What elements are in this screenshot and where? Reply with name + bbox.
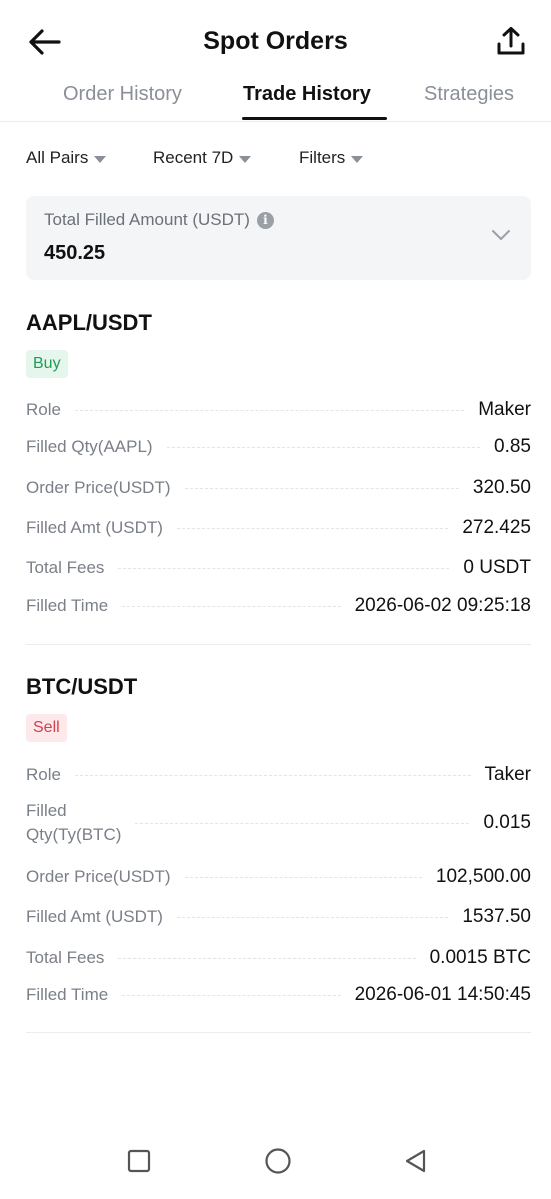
total-filled-label: Total Filled Amount (USDT) — [44, 210, 250, 229]
dashed-leader — [176, 916, 449, 918]
page-title: Spot Orders — [203, 27, 348, 55]
detail-row-filled-qty: Filled Qty(Ty(BTC) 0.015 — [26, 799, 531, 847]
tab-strategies[interactable]: Strategies — [424, 83, 514, 106]
dashed-leader — [176, 527, 449, 529]
row-value: 2026-06-01 14:50:45 — [354, 984, 531, 1005]
row-value: 0.015 — [483, 812, 531, 833]
info-icon[interactable]: i — [256, 211, 274, 229]
pair-filter-dropdown[interactable]: All Pairs — [26, 148, 107, 168]
trade-pair: BTC/USDT — [26, 674, 138, 699]
row-value: 0.0015 BTC — [429, 947, 531, 968]
total-filled-value: 450.25 — [44, 242, 106, 264]
home-circle-icon — [265, 1148, 291, 1174]
chevron-down-icon[interactable] — [491, 228, 511, 242]
caret-down-icon — [351, 155, 364, 163]
row-value: 2026-06-02 09:25:18 — [354, 595, 531, 616]
dashed-leader — [118, 567, 450, 569]
detail-row-order-price: Order Price(USDT) 102,500.00 — [26, 865, 531, 889]
row-label: Filled Time — [26, 985, 109, 1004]
detail-row-filled-qty: Filled Qty(AAPL) 0.85 — [26, 435, 531, 459]
period-filter-label: Recent 7D — [153, 148, 234, 167]
share-button[interactable] — [493, 22, 529, 60]
back-triangle-icon — [405, 1149, 426, 1173]
more-filters-dropdown[interactable]: Filters — [299, 148, 364, 168]
total-filled-label-wrap: Total Filled Amount (USDT) i — [44, 210, 274, 230]
total-filled-summary[interactable]: Total Filled Amount (USDT) i 450.25 — [26, 196, 531, 280]
detail-row-total-fees: Total Fees 0 USDT — [26, 556, 531, 580]
recents-square-icon — [127, 1149, 151, 1173]
row-label-line-1: Filled — [26, 801, 67, 820]
row-label: Role — [26, 400, 61, 419]
app-header: Spot Orders — [0, 0, 551, 78]
row-value: 272.425 — [462, 517, 531, 538]
tab-order-history[interactable]: Order History — [63, 83, 182, 106]
detail-row-role: Role Maker — [26, 398, 531, 422]
active-tab-indicator — [242, 117, 387, 120]
row-label-multiline: Filled Qty(Ty(BTC) — [26, 799, 121, 847]
detail-row-role: Role Taker — [26, 763, 531, 787]
dashed-leader — [122, 994, 341, 996]
tab-trade-history[interactable]: Trade History — [243, 83, 371, 106]
dashed-leader — [135, 822, 470, 824]
dashed-leader — [74, 774, 471, 776]
dashed-leader — [122, 605, 341, 607]
detail-row-filled-time: Filled Time 2026-06-01 14:50:45 — [26, 983, 531, 1007]
row-label: Role — [26, 765, 61, 784]
row-value: 102,500.00 — [435, 866, 531, 887]
divider — [26, 644, 531, 645]
tab-previous-cutoff[interactable]: ) — [0, 83, 1, 106]
row-label: Total Fees — [26, 948, 105, 967]
row-label: Filled Amt (USDT) — [26, 518, 163, 537]
system-back-button[interactable] — [399, 1145, 431, 1177]
row-value: Taker — [484, 764, 531, 785]
filter-bar: All Pairs Recent 7D Filters — [26, 148, 531, 172]
row-label: Filled Qty(AAPL) — [26, 437, 153, 456]
row-value: 0.85 — [494, 436, 531, 457]
dashed-leader — [184, 876, 422, 878]
dashed-leader — [74, 409, 465, 411]
detail-row-filled-amount: Filled Amt (USDT) 1537.50 — [26, 905, 531, 929]
row-value: 0 USDT — [463, 557, 531, 578]
dashed-leader — [166, 446, 481, 448]
period-filter-dropdown[interactable]: Recent 7D — [153, 148, 252, 168]
more-filters-label: Filters — [299, 148, 346, 167]
home-button[interactable] — [262, 1145, 294, 1177]
row-value: 1537.50 — [462, 906, 531, 927]
detail-row-filled-time: Filled Time 2026-06-02 09:25:18 — [26, 594, 531, 618]
detail-row-order-price: Order Price(USDT) 320.50 — [26, 476, 531, 500]
row-value: Maker — [478, 399, 531, 420]
caret-down-icon — [239, 155, 252, 163]
divider — [26, 1032, 531, 1033]
recents-button[interactable] — [123, 1145, 155, 1177]
row-label: Order Price(USDT) — [26, 478, 171, 497]
tab-bar: ) Order History Trade History Strategies — [0, 78, 551, 122]
pair-filter-label: All Pairs — [26, 148, 89, 167]
row-label-line-2: Qty(Ty(BTC) — [26, 825, 122, 844]
row-label: Filled Time — [26, 596, 109, 615]
dashed-leader — [118, 957, 416, 959]
side-badge-sell: Sell — [26, 714, 67, 742]
side-badge-buy: Buy — [26, 350, 68, 378]
trade-pair: AAPL/USDT — [26, 310, 152, 335]
detail-row-filled-amount: Filled Amt (USDT) 272.425 — [26, 516, 531, 540]
row-value: 320.50 — [472, 477, 531, 498]
caret-down-icon — [94, 155, 107, 163]
row-label: Total Fees — [26, 558, 105, 577]
detail-row-total-fees: Total Fees 0.0015 BTC — [26, 946, 531, 970]
dashed-leader — [184, 487, 459, 489]
row-label: Filled Amt (USDT) — [26, 907, 163, 926]
system-navigation-bar — [0, 1129, 551, 1199]
share-upload-icon — [497, 27, 525, 55]
row-label: Order Price(USDT) — [26, 867, 171, 886]
